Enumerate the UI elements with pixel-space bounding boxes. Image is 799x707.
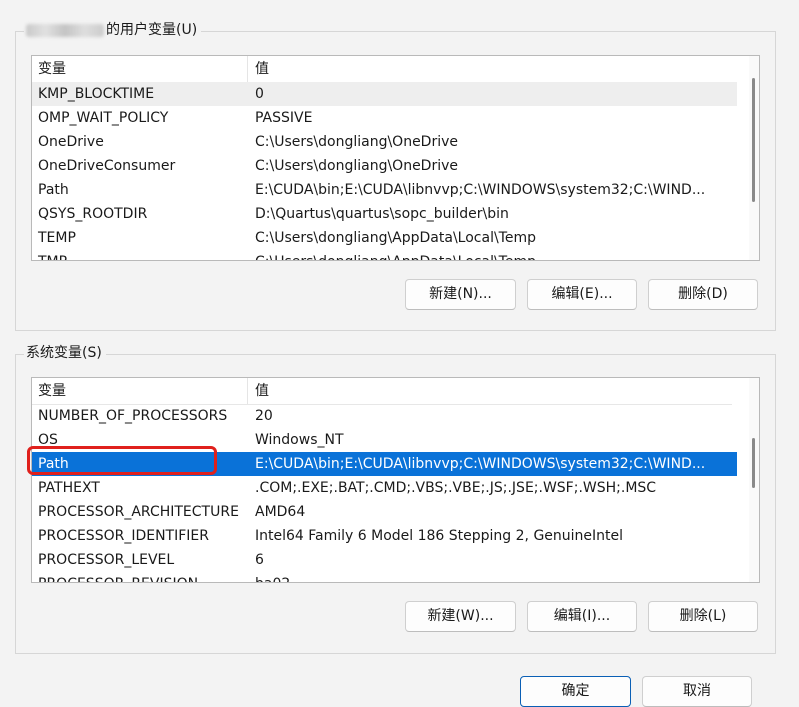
user-variables-title: 的用户变量(U) bbox=[24, 21, 202, 39]
list-header: 变量 值 bbox=[32, 56, 732, 83]
system-variables-list[interactable]: 变量 值 NUMBER_OF_PROCESSORS 20 OS Windows_… bbox=[31, 377, 760, 583]
column-header-value[interactable]: 值 bbox=[249, 56, 729, 82]
list-rows: KMP_BLOCKTIME 0 OMP_WAIT_POLICY PASSIVE … bbox=[32, 82, 737, 260]
variable-name: PROCESSOR_IDENTIFIER bbox=[38, 528, 209, 544]
system-edit-button[interactable]: 编辑(I)... bbox=[527, 601, 637, 632]
list-header: 变量 值 bbox=[32, 378, 732, 405]
system-delete-button[interactable]: 删除(L) bbox=[648, 601, 758, 632]
variable-value: 20 bbox=[255, 408, 273, 424]
vertical-scrollbar[interactable] bbox=[749, 56, 759, 260]
variable-name: OneDrive bbox=[38, 134, 104, 150]
user-delete-button[interactable]: 删除(D) bbox=[648, 279, 758, 310]
variable-name: TEMP bbox=[38, 230, 76, 246]
table-row[interactable]: TEMP C:\Users\dongliang\AppData\Local\Te… bbox=[32, 226, 737, 250]
table-row[interactable]: KMP_BLOCKTIME 0 bbox=[32, 82, 737, 106]
variable-value: E:\CUDA\bin;E:\CUDA\libnvvp;C:\WINDOWS\s… bbox=[255, 456, 706, 472]
scrollbar-thumb[interactable] bbox=[752, 438, 755, 488]
variable-name: OMP_WAIT_POLICY bbox=[38, 110, 169, 126]
variable-name: OneDriveConsumer bbox=[38, 158, 176, 174]
table-row[interactable]: PROCESSOR_IDENTIFIER Intel64 Family 6 Mo… bbox=[32, 524, 737, 548]
table-row[interactable]: PROCESSOR_LEVEL 6 bbox=[32, 548, 737, 572]
column-separator[interactable] bbox=[247, 56, 248, 82]
user-edit-button[interactable]: 编辑(E)... bbox=[527, 279, 637, 310]
variable-value: .COM;.EXE;.BAT;.CMD;.VBS;.VBE;.JS;.JSE;.… bbox=[255, 480, 657, 496]
variable-value: 0 bbox=[255, 86, 264, 102]
variable-value: C:\Users\dongliang\AppData\Local\Temp bbox=[255, 250, 733, 260]
column-header-value[interactable]: 值 bbox=[249, 378, 729, 404]
column-header-name[interactable]: 变量 bbox=[32, 378, 247, 404]
variable-name: Path bbox=[38, 182, 69, 198]
table-row[interactable]: OMP_WAIT_POLICY PASSIVE bbox=[32, 106, 737, 130]
variable-value: PASSIVE bbox=[255, 110, 313, 126]
table-row[interactable]: OneDriveConsumer C:\Users\dongliang\OneD… bbox=[32, 154, 737, 178]
system-new-button[interactable]: 新建(W)... bbox=[405, 601, 516, 632]
variable-value: E:\CUDA\bin;E:\CUDA\libnvvp;C:\WINDOWS\s… bbox=[255, 182, 706, 198]
table-row[interactable]: PROCESSOR_REVISION ba02 bbox=[32, 572, 737, 582]
variable-value: C:\Users\dongliang\OneDrive bbox=[255, 134, 459, 150]
variable-name: PROCESSOR_REVISION bbox=[38, 572, 198, 582]
list-rows: NUMBER_OF_PROCESSORS 20 OS Windows_NT Pa… bbox=[32, 404, 737, 582]
system-variables-title: 系统变量(S) bbox=[24, 344, 106, 362]
redacted-username bbox=[26, 23, 104, 37]
table-row[interactable]: PROCESSOR_ARCHITECTURE AMD64 bbox=[32, 500, 737, 524]
table-row[interactable]: Path E:\CUDA\bin;E:\CUDA\libnvvp;C:\WIND… bbox=[32, 178, 737, 202]
variable-value: D:\Quartus\quartus\sopc_builder\bin bbox=[255, 206, 509, 222]
variable-name: PROCESSOR_ARCHITECTURE bbox=[38, 504, 239, 520]
table-row[interactable]: NUMBER_OF_PROCESSORS 20 bbox=[32, 404, 737, 428]
table-row[interactable]: PATHEXT .COM;.EXE;.BAT;.CMD;.VBS;.VBE;.J… bbox=[32, 476, 737, 500]
table-row[interactable]: OneDrive C:\Users\dongliang\OneDrive bbox=[32, 130, 737, 154]
table-row-selected[interactable]: Path E:\CUDA\bin;E:\CUDA\libnvvp;C:\WIND… bbox=[32, 452, 737, 476]
ok-button[interactable]: 确定 bbox=[520, 676, 631, 707]
variable-name: NUMBER_OF_PROCESSORS bbox=[38, 408, 228, 424]
variable-name: OS bbox=[38, 432, 58, 448]
column-header-name[interactable]: 变量 bbox=[32, 56, 247, 82]
scrollbar-thumb[interactable] bbox=[752, 78, 755, 202]
variable-name: Path bbox=[38, 456, 69, 472]
variable-value: C:\Users\dongliang\AppData\Local\Temp bbox=[255, 230, 536, 246]
table-row[interactable]: OS Windows_NT bbox=[32, 428, 737, 452]
vertical-scrollbar[interactable] bbox=[749, 378, 759, 582]
column-separator[interactable] bbox=[247, 378, 248, 404]
table-row[interactable]: TMP C:\Users\dongliang\AppData\Local\Tem… bbox=[32, 250, 737, 260]
user-variables-list[interactable]: 变量 值 KMP_BLOCKTIME 0 OMP_WAIT_POLICY PAS… bbox=[31, 55, 760, 261]
cancel-button[interactable]: 取消 bbox=[642, 676, 752, 707]
variable-name: QSYS_ROOTDIR bbox=[38, 206, 148, 222]
variable-name: KMP_BLOCKTIME bbox=[38, 86, 155, 102]
variable-name: PATHEXT bbox=[38, 480, 100, 496]
table-row[interactable]: QSYS_ROOTDIR D:\Quartus\quartus\sopc_bui… bbox=[32, 202, 737, 226]
variable-value: Intel64 Family 6 Model 186 Stepping 2, G… bbox=[255, 528, 624, 544]
variable-name: PROCESSOR_LEVEL bbox=[38, 552, 175, 568]
variable-name: TMP bbox=[38, 250, 67, 260]
variable-value: AMD64 bbox=[255, 504, 306, 520]
user-new-button[interactable]: 新建(N)... bbox=[405, 279, 516, 310]
variable-value: ba02 bbox=[255, 572, 733, 582]
variable-value: Windows_NT bbox=[255, 432, 344, 448]
variable-value: 6 bbox=[255, 552, 264, 568]
variable-value: C:\Users\dongliang\OneDrive bbox=[255, 158, 459, 174]
